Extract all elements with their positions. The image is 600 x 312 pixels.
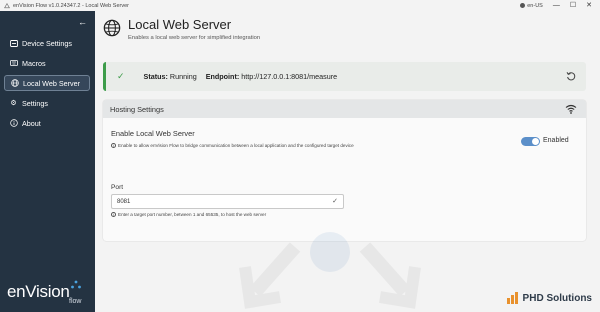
watermark-logo [239, 232, 421, 309]
sidebar-nav: Device Settings Macros Local Web Server … [4, 35, 90, 135]
sidebar-item-label: Device Settings [22, 38, 72, 48]
enable-server-hint: i Enable to allow enVision Flow to bridg… [111, 143, 354, 148]
sidebar-item-about[interactable]: About [4, 115, 90, 131]
check-icon: ✓ [117, 71, 125, 81]
globe-icon [103, 19, 121, 37]
logo-dots-icon [71, 280, 81, 289]
window-title: enVision Flow v1.0.24347.2 - Local Web S… [13, 2, 129, 9]
sidebar-item-local-web-server[interactable]: Local Web Server [4, 75, 90, 91]
hosting-settings-header: Hosting Settings [103, 100, 586, 118]
title-bar: enVision Flow v1.0.24347.2 - Local Web S… [0, 0, 600, 11]
sidebar-item-settings[interactable]: ⚙ Settings [4, 95, 90, 111]
wifi-icon [565, 104, 577, 114]
language-selector[interactable]: en-US [520, 3, 543, 9]
hosting-settings-title: Hosting Settings [110, 104, 164, 114]
phd-logo-icon [506, 292, 518, 304]
enable-server-toggle[interactable] [521, 137, 540, 146]
phd-solutions-logo: PHD Solutions [506, 292, 592, 304]
status-label: Status: [143, 72, 168, 81]
keyboard-icon [9, 60, 18, 66]
maximize-button[interactable]: ☐ [570, 2, 576, 9]
back-arrow-icon[interactable]: ← [78, 17, 87, 27]
sidebar-item-device-settings[interactable]: Device Settings [4, 35, 90, 51]
info-icon: i [111, 143, 116, 148]
status-banner: ✓ Status: Running Endpoint: http://127.0… [103, 62, 586, 91]
logo-flow: flow [69, 298, 82, 305]
globe-icon [520, 3, 526, 8]
endpoint-label: Endpoint: [205, 72, 240, 81]
toggle-knob [532, 138, 539, 145]
enable-server-hint-text: Enable to allow enVision Flow to bridge … [118, 143, 354, 148]
port-label: Port [111, 184, 124, 191]
logo-word: enVision [7, 282, 70, 301]
toggle-label: Enabled [543, 137, 569, 144]
sidebar-item-macros[interactable]: Macros [4, 55, 90, 71]
gear-icon: ⚙ [10, 100, 17, 107]
enable-server-label: Enable Local Web Server [111, 129, 195, 138]
sidebar-item-label: Local Web Server [23, 78, 80, 88]
status-value: Running [169, 72, 197, 81]
page-subtitle: Enables a local web server for simplifie… [128, 35, 261, 41]
endpoint-value: http://127.0.0.1:8081/measure [241, 72, 338, 81]
check-icon: ✓ [332, 198, 338, 205]
company-name: PHD Solutions [522, 292, 592, 304]
globe-icon [10, 79, 19, 87]
info-icon [9, 119, 18, 127]
sidebar: ← Device Settings Macros Local Web Serve… [0, 11, 95, 312]
sidebar-item-label: Settings [22, 98, 48, 108]
sidebar-item-label: Macros [22, 58, 46, 68]
restart-icon[interactable] [566, 71, 576, 84]
sidebar-item-label: About [22, 118, 41, 128]
main-content: Local Web Server Enables a local web ser… [95, 11, 600, 312]
envision-flow-logo: enVision flow [7, 280, 81, 305]
page-title: Local Web Server [128, 17, 232, 32]
port-input-value: 8081 [117, 198, 131, 205]
close-button[interactable]: ✕ [586, 2, 592, 9]
minimize-button[interactable]: — [553, 2, 560, 9]
app-icon [4, 2, 10, 8]
language-label: en-US [527, 2, 543, 9]
device-settings-icon [9, 39, 18, 47]
info-icon: i [111, 212, 116, 217]
